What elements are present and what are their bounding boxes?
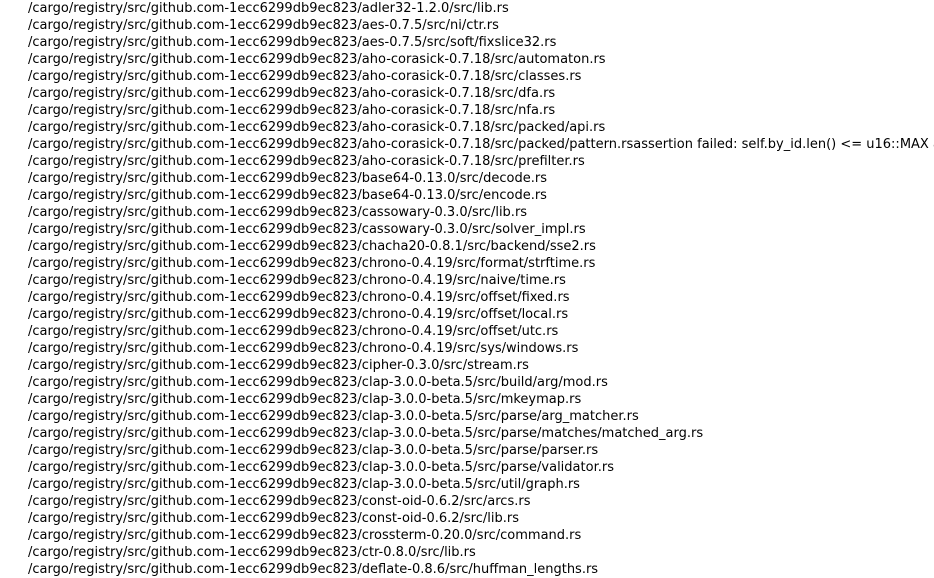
file-path-line: /cargo/registry/src/github.com-1ecc6299d… — [0, 136, 934, 153]
file-path-line: /cargo/registry/src/github.com-1ecc6299d… — [0, 544, 934, 561]
file-path-line: /cargo/registry/src/github.com-1ecc6299d… — [0, 255, 934, 272]
file-path-line: /cargo/registry/src/github.com-1ecc6299d… — [0, 425, 934, 442]
file-path-line: /cargo/registry/src/github.com-1ecc6299d… — [0, 374, 934, 391]
file-path-line: /cargo/registry/src/github.com-1ecc6299d… — [0, 510, 934, 527]
file-path-line: /cargo/registry/src/github.com-1ecc6299d… — [0, 476, 934, 493]
file-path-line: /cargo/registry/src/github.com-1ecc6299d… — [0, 119, 934, 136]
file-path-line: /cargo/registry/src/github.com-1ecc6299d… — [0, 221, 934, 238]
file-path-line: /cargo/registry/src/github.com-1ecc6299d… — [0, 459, 934, 476]
file-path-line: /cargo/registry/src/github.com-1ecc6299d… — [0, 493, 934, 510]
file-path-line: /cargo/registry/src/github.com-1ecc6299d… — [0, 204, 934, 221]
file-path-line: /cargo/registry/src/github.com-1ecc6299d… — [0, 170, 934, 187]
file-path-line: /cargo/registry/src/github.com-1ecc6299d… — [0, 102, 934, 119]
file-path-line: /cargo/registry/src/github.com-1ecc6299d… — [0, 340, 934, 357]
file-path-line: /cargo/registry/src/github.com-1ecc6299d… — [0, 357, 934, 374]
file-path-line: /cargo/registry/src/github.com-1ecc6299d… — [0, 527, 934, 544]
file-path-line: /cargo/registry/src/github.com-1ecc6299d… — [0, 306, 934, 323]
file-path-line: /cargo/registry/src/github.com-1ecc6299d… — [0, 51, 934, 68]
file-path-line: /cargo/registry/src/github.com-1ecc6299d… — [0, 34, 934, 51]
file-path-line: /cargo/registry/src/github.com-1ecc6299d… — [0, 68, 934, 85]
file-path-line: /cargo/registry/src/github.com-1ecc6299d… — [0, 272, 934, 289]
file-path-line: /cargo/registry/src/github.com-1ecc6299d… — [0, 408, 934, 425]
file-path-line: /cargo/registry/src/github.com-1ecc6299d… — [0, 561, 934, 578]
file-path-line: /cargo/registry/src/github.com-1ecc6299d… — [0, 323, 934, 340]
file-path-line: /cargo/registry/src/github.com-1ecc6299d… — [0, 0, 934, 17]
file-path-line: /cargo/registry/src/github.com-1ecc6299d… — [0, 85, 934, 102]
file-path-line: /cargo/registry/src/github.com-1ecc6299d… — [0, 187, 934, 204]
file-path-list: /cargo/registry/src/github.com-1ecc6299d… — [0, 0, 934, 578]
file-path-line: /cargo/registry/src/github.com-1ecc6299d… — [0, 391, 934, 408]
file-path-line: /cargo/registry/src/github.com-1ecc6299d… — [0, 289, 934, 306]
file-path-line: /cargo/registry/src/github.com-1ecc6299d… — [0, 17, 934, 34]
file-path-line: /cargo/registry/src/github.com-1ecc6299d… — [0, 442, 934, 459]
file-path-line: /cargo/registry/src/github.com-1ecc6299d… — [0, 238, 934, 255]
file-path-line: /cargo/registry/src/github.com-1ecc6299d… — [0, 153, 934, 170]
